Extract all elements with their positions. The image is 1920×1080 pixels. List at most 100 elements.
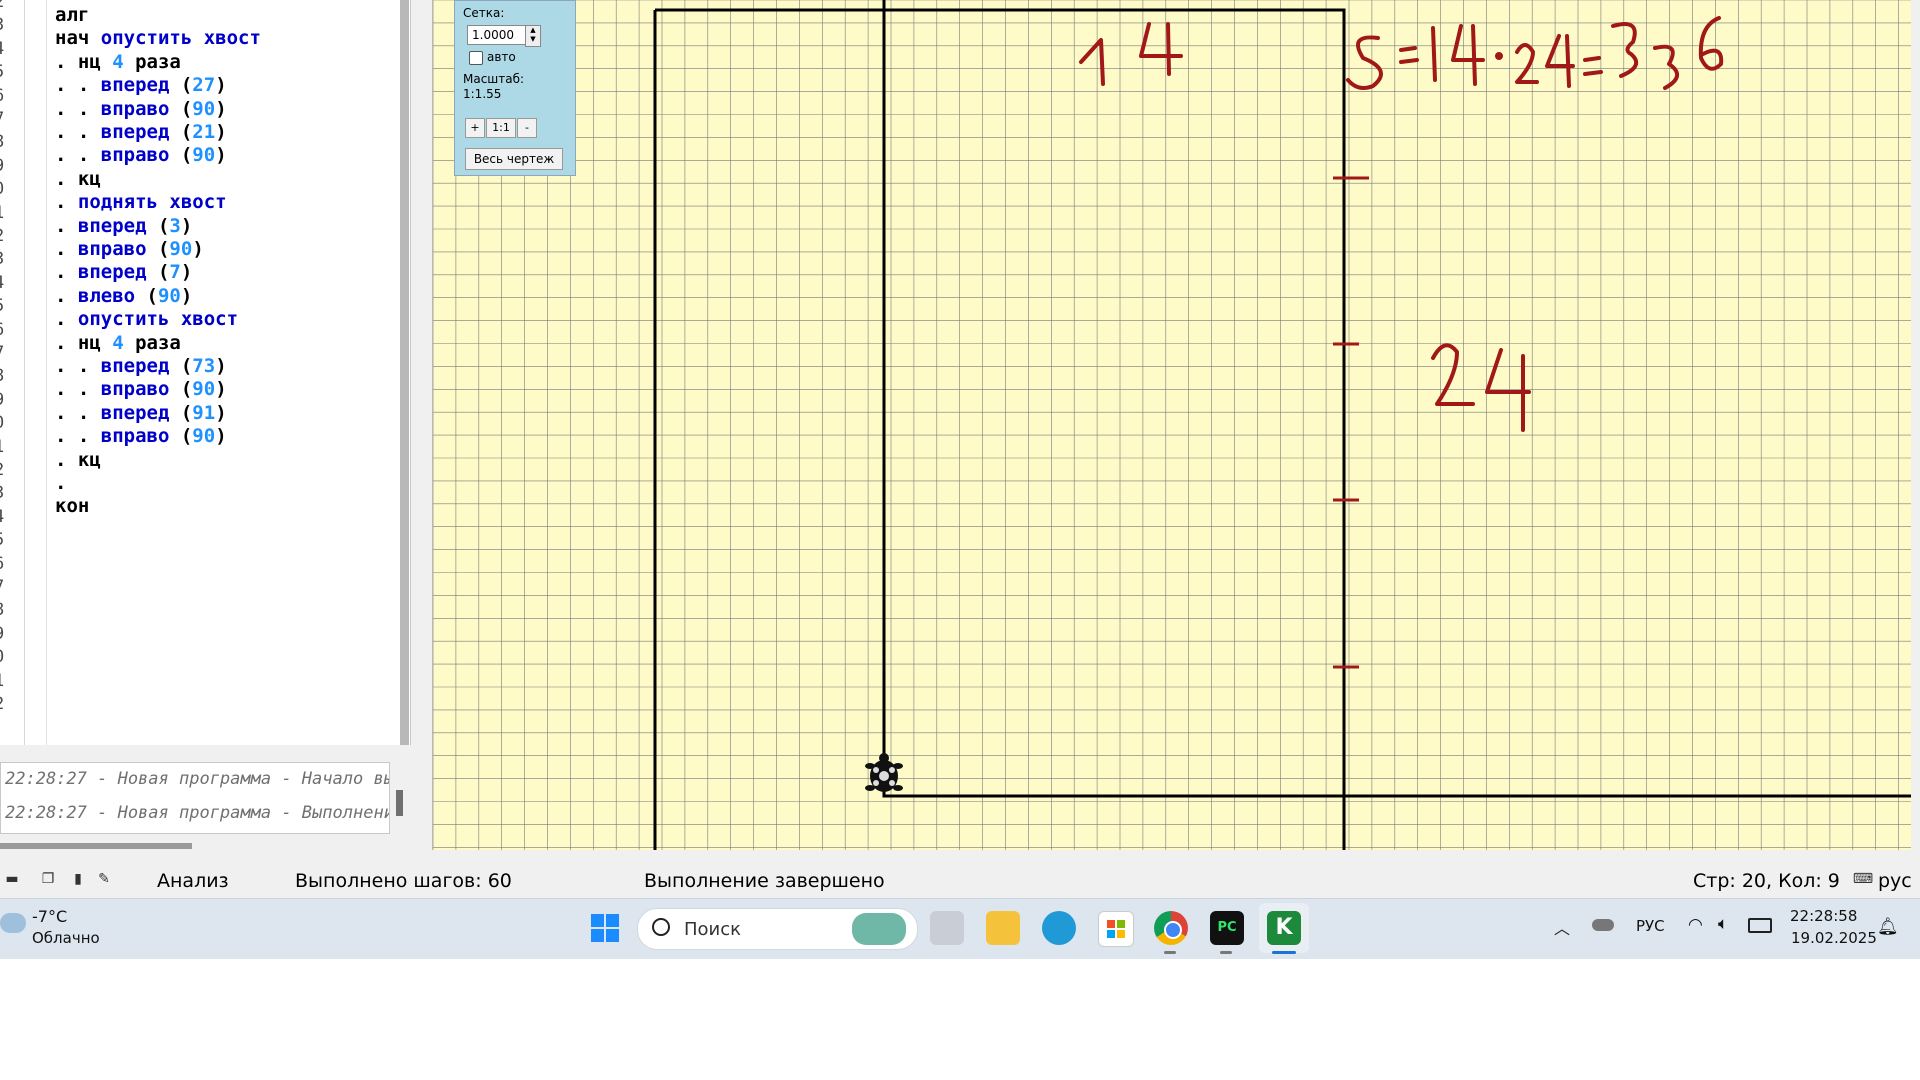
line-number: 9 xyxy=(0,624,4,644)
zoom-out-button[interactable]: - xyxy=(517,118,537,138)
message-log: 22:28:27 - Новая программа - Начало вы 2… xyxy=(0,762,390,834)
log-scrollbar-thumb[interactable] xyxy=(396,790,403,816)
temperature[interactable]: -7°C xyxy=(32,907,67,926)
code-token: кон xyxy=(55,495,90,518)
code-area[interactable]: алг нач опустить хвост. нц 4 раза. . впер… xyxy=(46,0,397,745)
line-number: 8 xyxy=(0,366,4,386)
code-line[interactable]: . вперед (3) xyxy=(55,215,192,237)
code-line[interactable]: . . вперед (21) xyxy=(55,121,227,143)
code-line[interactable]: . . вправо (90) xyxy=(55,98,227,120)
code-token: . xyxy=(55,308,78,331)
weather-text[interactable]: Облачно xyxy=(32,929,100,947)
code-line[interactable]: . xyxy=(55,472,66,494)
code-token: 90 xyxy=(169,238,193,260)
kumir-app-icon[interactable]: K xyxy=(1267,911,1301,945)
edit-icon[interactable]: ✎ xyxy=(96,871,112,887)
code-line[interactable]: нач опустить хвост xyxy=(55,27,261,49)
code-line[interactable]: кон xyxy=(55,495,89,517)
code-token: раза xyxy=(123,331,181,354)
cloud-weather-icon[interactable] xyxy=(0,913,26,933)
save-icon[interactable]: ▬ xyxy=(4,871,20,887)
grid-value-input[interactable]: 1.0000 xyxy=(467,25,533,45)
auto-checkbox[interactable] xyxy=(469,51,483,65)
code-token: 91 xyxy=(192,401,216,424)
code-token: 90 xyxy=(192,144,216,167)
code-token: вправо xyxy=(100,378,181,401)
code-line[interactable]: . вправо (90) xyxy=(55,238,204,260)
analysis-label: Анализ xyxy=(157,870,229,892)
volume-icon[interactable]: 🔈︎ xyxy=(1718,914,1728,934)
horizontal-scrollbar[interactable] xyxy=(0,843,192,849)
code-token: ( xyxy=(180,97,193,120)
notification-bell-icon[interactable]: 🔔︎ xyxy=(1877,917,1899,937)
grid-control-panel: Сетка: 1.0000 ▲ ▼ авто Масштаб: 1:1.55 + … xyxy=(454,0,576,176)
code-line[interactable]: . нц 4 раза xyxy=(55,51,181,73)
code-token: . . xyxy=(55,355,101,377)
line-number: 1 xyxy=(0,671,4,691)
auto-label: авто xyxy=(487,50,516,64)
turtle-canvas[interactable] xyxy=(432,0,1911,850)
code-line[interactable]: . поднять хвост xyxy=(55,191,227,213)
editor-language[interactable]: рус xyxy=(1878,870,1912,892)
code-token: 90 xyxy=(192,378,216,401)
code-token: ( xyxy=(157,238,170,260)
code-line[interactable]: . . вправо (90) xyxy=(55,425,227,447)
whole-drawing-button[interactable]: Весь чертеж xyxy=(465,148,563,170)
code-token: ) xyxy=(215,425,227,448)
microsoft-store-icon[interactable] xyxy=(1098,911,1134,947)
code-token: опустить хвост xyxy=(77,308,239,331)
code-token: . xyxy=(55,284,78,307)
scale-label: Масштаб: xyxy=(463,72,525,86)
chevron-up-icon[interactable]: ︿ xyxy=(1554,915,1570,939)
chrome-browser-icon[interactable] xyxy=(1154,911,1188,945)
code-token: 7 xyxy=(169,261,181,284)
pycharm-icon[interactable]: PC xyxy=(1210,911,1244,945)
delete-icon[interactable]: ▮ xyxy=(70,871,86,887)
search-icon xyxy=(652,918,670,936)
zoom-in-button[interactable]: + xyxy=(465,118,485,138)
code-line[interactable]: . влево (90) xyxy=(55,285,192,307)
code-token: ( xyxy=(157,261,170,284)
grid-spinner[interactable]: ▲ ▼ xyxy=(525,25,541,47)
battery-icon[interactable] xyxy=(1748,918,1772,933)
code-token: ( xyxy=(180,425,193,448)
steps-label: Выполнено шагов: 60 xyxy=(295,870,512,892)
active-indicator xyxy=(1272,951,1296,954)
code-token: 4 xyxy=(112,331,124,354)
code-token: нач xyxy=(55,27,101,50)
code-token: . xyxy=(55,472,67,494)
line-number: 8 xyxy=(0,132,4,152)
file-explorer-icon[interactable] xyxy=(986,911,1020,945)
onedrive-cloud-icon[interactable] xyxy=(1592,919,1614,931)
code-line[interactable]: . кц xyxy=(55,449,101,471)
code-line[interactable]: . вперед (7) xyxy=(55,261,192,283)
code-editor[interactable]: 2345678901234567890123456789012 алгнач о… xyxy=(0,0,411,745)
code-line[interactable]: . . вперед (73) xyxy=(55,355,227,377)
code-line[interactable]: . . вперед (27) xyxy=(55,74,227,96)
clock-date[interactable]: 19.02.2025 xyxy=(1791,929,1877,947)
code-token: ) xyxy=(215,74,227,97)
edge-browser-icon[interactable] xyxy=(1042,911,1076,945)
code-token: вперед xyxy=(77,214,158,237)
editor-vertical-scrollbar[interactable] xyxy=(400,0,409,745)
zoom-reset-button[interactable]: 1:1 xyxy=(486,118,516,138)
line-number: 9 xyxy=(0,390,4,410)
code-token: ) xyxy=(215,144,227,167)
code-line[interactable]: . кц xyxy=(55,168,101,190)
line-number: 2 xyxy=(0,460,4,480)
code-line[interactable]: . опустить хвост xyxy=(55,308,238,330)
code-line[interactable]: алг xyxy=(55,4,89,26)
wifi-icon[interactable]: ◠ xyxy=(1688,915,1703,935)
code-line[interactable]: . . вперед (91) xyxy=(55,402,227,424)
taskbar-search[interactable]: Поиск xyxy=(637,908,918,950)
clock-time[interactable]: 22:28:58 xyxy=(1790,907,1857,925)
windows-start-icon[interactable] xyxy=(588,911,622,945)
code-line[interactable]: . . вправо (90) xyxy=(55,144,227,166)
line-number: 4 xyxy=(0,39,4,59)
input-language[interactable]: РУС xyxy=(1636,917,1665,935)
code-token: . нц xyxy=(55,331,113,354)
code-line[interactable]: . . вправо (90) xyxy=(55,378,227,400)
copy-icon[interactable]: ❐ xyxy=(40,871,56,887)
code-line[interactable]: . нц 4 раза xyxy=(55,332,181,354)
task-view-icon[interactable] xyxy=(930,911,964,945)
